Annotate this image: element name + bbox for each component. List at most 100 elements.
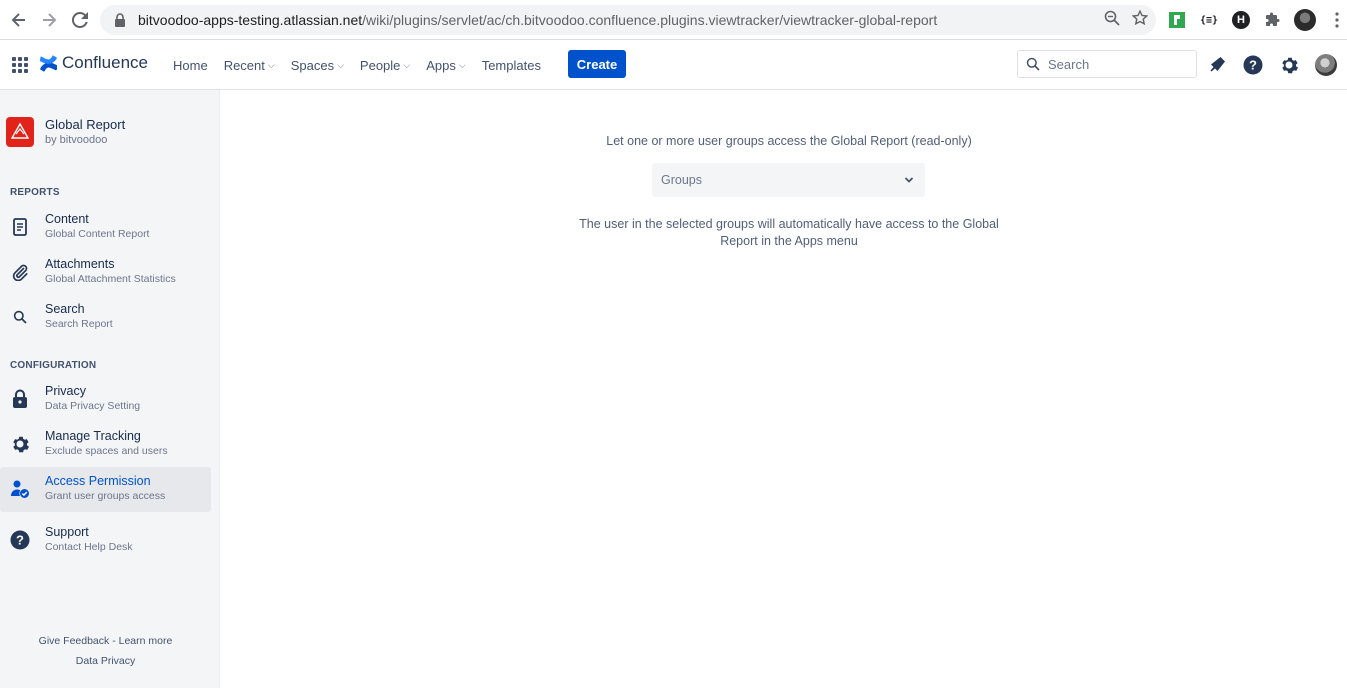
search-input[interactable] (1048, 56, 1188, 72)
chevron-down-icon: ⌵ (458, 59, 466, 70)
user-check-icon (9, 478, 31, 500)
app-header: Confluence Home Recent ⌵ Spaces ⌵ People ⌵ … (0, 40, 1347, 90)
search-field[interactable] (1017, 50, 1197, 78)
sidebar-footer-links: Give Feedback - Learn more (0, 635, 211, 647)
help-icon[interactable]: ? (1241, 53, 1265, 77)
back-button[interactable] (4, 5, 34, 35)
nav-apps[interactable]: Apps ⌵ (418, 49, 473, 81)
global-report-logo-icon (6, 117, 34, 147)
help-icon: ? (9, 529, 31, 551)
reload-icon (72, 12, 88, 28)
arrow-right-icon (43, 13, 57, 27)
svg-text:?: ? (1249, 58, 1257, 73)
sidebar-item-search[interactable]: Search Search Report (0, 295, 211, 340)
more-vertical-icon[interactable] (1326, 9, 1347, 31)
bookmark-star-icon[interactable] (1131, 9, 1149, 31)
json-viewer-icon[interactable]: {≡} (1198, 9, 1220, 31)
plugin-title: Global Report (45, 117, 126, 132)
configuration-section-label: CONFIGURATION (10, 360, 97, 371)
sidebar-item-subtitle: Contact Help Desk (45, 541, 133, 553)
groups-select-placeholder: Groups (661, 173, 702, 187)
sidebar: Global Report by bitvoodoo REPORTS Conte… (0, 90, 220, 688)
url-text: bitvoodoo-apps-testing.atlassian.net/wik… (138, 12, 937, 28)
main-content: Let one or more user groups access the G… (220, 90, 1347, 688)
sidebar-item-subtitle: Grant user groups access (45, 490, 166, 502)
sidebar-item-attachments[interactable]: Attachments Global Attachment Statistics (0, 250, 211, 295)
lock-icon (9, 388, 31, 410)
primary-nav: Home Recent ⌵ Spaces ⌵ People ⌵ Apps ⌵ Templ… (165, 40, 549, 90)
sidebar-item-privacy[interactable]: Privacy Data Privacy Setting (0, 377, 211, 422)
arrow-left-icon (11, 13, 25, 27)
plugin-vendor: by bitvoodoo (45, 134, 108, 146)
sidebar-footer-privacy: Data Privacy (0, 655, 211, 667)
zoom-icon[interactable] (1104, 10, 1120, 31)
nav-apps-label: Apps (426, 57, 456, 73)
intro-text: Let one or more user groups access the G… (606, 134, 972, 148)
address-bar[interactable]: bitvoodoo-apps-testing.atlassian.net/wik… (100, 5, 1156, 35)
confluence-logo[interactable]: Confluence (40, 53, 148, 73)
profile-avatar-icon[interactable] (1294, 9, 1316, 31)
nav-spaces[interactable]: Spaces ⌵ (283, 49, 352, 81)
sidebar-item-subtitle: Global Attachment Statistics (45, 273, 176, 285)
sidebar-item-title: Content (45, 212, 89, 226)
chevron-down-icon: ⌵ (403, 59, 411, 70)
sidebar-item-subtitle: Global Content Report (45, 228, 150, 240)
sidebar-item-subtitle: Data Privacy Setting (45, 400, 141, 412)
extension-green-icon[interactable] (1166, 9, 1188, 31)
sidebar-item-access-permission[interactable]: Access Permission Grant user groups acce… (0, 467, 211, 512)
chevron-down-icon: ⌵ (337, 59, 344, 70)
sidebar-item-manage-tracking[interactable]: Manage Tracking Exclude spaces and users (0, 422, 211, 467)
notifications-icon[interactable] (1205, 53, 1229, 77)
confluence-logo-icon (40, 54, 57, 72)
nav-spaces-label: Spaces (290, 57, 335, 73)
extension-h-label: H (1232, 11, 1250, 29)
puzzle-icon[interactable] (1262, 9, 1284, 31)
nav-home[interactable]: Home (165, 49, 216, 81)
document-icon (9, 216, 31, 238)
nav-templates[interactable]: Templates (474, 49, 549, 81)
gear-icon (9, 433, 31, 455)
plugin-header: Global Report by bitvoodoo (6, 117, 125, 147)
groups-select[interactable]: Groups (652, 163, 925, 197)
sidebar-item-content[interactable]: Content Global Content Report (0, 205, 211, 250)
nav-people-label: People (359, 57, 401, 73)
reload-button[interactable] (65, 5, 95, 35)
search-icon (9, 306, 31, 328)
nav-recent-label: Recent (223, 57, 265, 73)
sidebar-item-title: Privacy (45, 384, 86, 398)
brand-name: Confluence (62, 53, 149, 72)
search-icon (1026, 57, 1040, 71)
sidebar-item-title: Support (45, 525, 89, 539)
forward-button[interactable] (34, 5, 64, 35)
sidebar-item-title: Attachments (45, 257, 115, 271)
svg-text:?: ? (16, 533, 24, 548)
nav-recent[interactable]: Recent ⌵ (216, 49, 283, 81)
url-path: /wiki/plugins/servlet/ac/ch.bitvoodoo.co… (362, 12, 938, 28)
sidebar-item-title: Access Permission (45, 474, 151, 488)
footer-separator: - (109, 635, 119, 647)
settings-gear-icon[interactable] (1277, 53, 1301, 77)
create-button[interactable]: Create (568, 50, 626, 78)
extension-h-icon[interactable]: H (1230, 9, 1252, 31)
nav-people[interactable]: People ⌵ (352, 49, 418, 81)
url-host: bitvoodoo-apps-testing.atlassian.net (138, 12, 363, 28)
paperclip-icon (9, 261, 31, 283)
sidebar-item-title: Manage Tracking (45, 429, 141, 443)
app-switcher-icon[interactable] (11, 56, 29, 74)
learn-more-link[interactable]: Learn more (119, 635, 173, 647)
chevron-down-icon: ⌵ (267, 59, 275, 70)
sidebar-item-title: Search (45, 302, 85, 316)
sidebar-item-support[interactable]: ? Support Contact Help Desk (0, 518, 211, 563)
lock-icon (112, 12, 128, 28)
give-feedback-link[interactable]: Give Feedback (39, 635, 110, 647)
sidebar-item-subtitle: Exclude spaces and users (45, 445, 168, 457)
reports-section-label: REPORTS (10, 187, 60, 198)
data-privacy-link[interactable]: Data Privacy (76, 655, 136, 667)
nav-templates-label: Templates (481, 57, 541, 73)
user-avatar[interactable] (1314, 53, 1338, 77)
sidebar-item-subtitle: Search Report (45, 318, 113, 330)
access-note: The user in the selected groups will aut… (579, 217, 999, 248)
browser-toolbar: bitvoodoo-apps-testing.atlassian.net/wik… (0, 0, 1347, 40)
chevron-down-icon (904, 177, 914, 183)
nav-home-label: Home (173, 57, 208, 73)
